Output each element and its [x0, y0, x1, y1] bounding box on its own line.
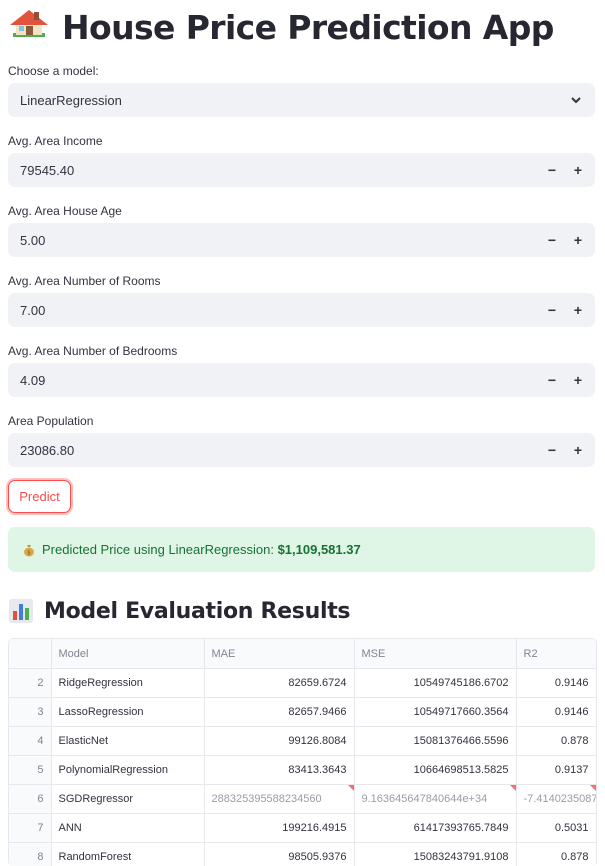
mae-cell[interactable]: 82657.9466: [204, 698, 354, 727]
mse-cell[interactable]: 10549745186.6702: [354, 669, 516, 698]
row-index: 6: [9, 785, 51, 814]
column-header-model[interactable]: Model: [51, 639, 204, 669]
population-label: Area Population: [8, 414, 93, 428]
model-cell[interactable]: ElasticNet: [51, 727, 204, 756]
bedrooms-decrement-button[interactable]: −: [539, 363, 565, 397]
mse-cell[interactable]: 15081376466.5596: [354, 727, 516, 756]
column-header-mse[interactable]: MSE: [354, 639, 516, 669]
evaluation-heading-text: Model Evaluation Results: [44, 599, 350, 624]
r2-cell[interactable]: 0.9137: [516, 756, 596, 785]
model-cell[interactable]: LassoRegression: [51, 698, 204, 727]
house-age-decrement-button[interactable]: −: [539, 223, 565, 257]
rooms-increment-button[interactable]: +: [565, 293, 591, 327]
row-index: 7: [9, 814, 51, 843]
mae-cell[interactable]: 199216.4915: [204, 814, 354, 843]
r2-cell[interactable]: 0.878: [516, 843, 596, 866]
model-cell[interactable]: RandomForest: [51, 843, 204, 866]
r2-cell[interactable]: 0.9146: [516, 698, 596, 727]
mse-cell[interactable]: 10549717660.3564: [354, 698, 516, 727]
table-header-row: Model MAE MSE R2: [9, 639, 596, 669]
rooms-label: Avg. Area Number of Rooms: [8, 274, 161, 288]
population-increment-button[interactable]: +: [565, 433, 591, 467]
table-row[interactable]: 8 RandomForest 98505.9376 15083243791.91…: [9, 843, 596, 866]
evaluation-heading: Model Evaluation Results: [8, 596, 350, 626]
population-field-wrapper: − +: [8, 433, 595, 467]
mse-cell[interactable]: 15083243791.9108: [354, 843, 516, 866]
r2-cell[interactable]: 0.878: [516, 727, 596, 756]
prediction-prefix: Predicted Price using LinearRegression:: [42, 542, 278, 557]
money-bag-icon: $: [22, 543, 36, 557]
bar-chart-icon: [8, 598, 34, 624]
model-select-value: LinearRegression: [20, 93, 122, 108]
prediction-result-alert: $ Predicted Price using LinearRegression…: [8, 527, 595, 572]
table-row[interactable]: 3 LassoRegression 82657.9466 10549717660…: [9, 698, 596, 727]
evaluation-table[interactable]: Model MAE MSE R2 2 RidgeRegression 82659…: [8, 638, 597, 866]
mae-cell[interactable]: 82659.6724: [204, 669, 354, 698]
rooms-decrement-button[interactable]: −: [539, 293, 565, 327]
house-age-increment-button[interactable]: +: [565, 223, 591, 257]
model-cell[interactable]: ANN: [51, 814, 204, 843]
row-index: 2: [9, 669, 51, 698]
income-field-wrapper: − +: [8, 153, 595, 187]
rooms-field-wrapper: − +: [8, 293, 595, 327]
house-age-label: Avg. Area House Age: [8, 204, 122, 218]
predict-button[interactable]: Predict: [8, 480, 71, 513]
model-select[interactable]: LinearRegression: [8, 83, 595, 117]
row-index: 4: [9, 727, 51, 756]
bedrooms-input[interactable]: [8, 362, 539, 398]
chevron-down-icon: [569, 93, 583, 107]
house-icon: [8, 7, 50, 47]
mae-cell[interactable]: 288325395588234560: [204, 785, 354, 814]
bedrooms-increment-button[interactable]: +: [565, 363, 591, 397]
table-row[interactable]: 2 RidgeRegression 82659.6724 10549745186…: [9, 669, 596, 698]
mse-cell[interactable]: 10664698513.5825: [354, 756, 516, 785]
house-age-field-wrapper: − +: [8, 223, 595, 257]
rooms-input[interactable]: [8, 292, 539, 328]
table-row[interactable]: 4 ElasticNet 99126.8084 15081376466.5596…: [9, 727, 596, 756]
mse-cell[interactable]: 61417393765.7849: [354, 814, 516, 843]
model-cell[interactable]: PolynomialRegression: [51, 756, 204, 785]
table-row[interactable]: 7 ANN 199216.4915 61417393765.7849 0.503…: [9, 814, 596, 843]
model-cell[interactable]: SGDRegressor: [51, 785, 204, 814]
mae-cell[interactable]: 99126.8084: [204, 727, 354, 756]
mse-cell[interactable]: 9.163645647840644e+34: [354, 785, 516, 814]
table-row[interactable]: 6 SGDRegressor 288325395588234560 9.1636…: [9, 785, 596, 814]
column-header-r2[interactable]: R2: [516, 639, 596, 669]
page-title-text: House Price Prediction App: [62, 8, 554, 47]
row-index: 5: [9, 756, 51, 785]
population-decrement-button[interactable]: −: [539, 433, 565, 467]
column-header-index[interactable]: [9, 639, 51, 669]
r2-cell[interactable]: 0.9146: [516, 669, 596, 698]
column-header-mae[interactable]: MAE: [204, 639, 354, 669]
row-index: 8: [9, 843, 51, 866]
model-cell[interactable]: RidgeRegression: [51, 669, 204, 698]
page-title: House Price Prediction App: [8, 4, 554, 50]
r2-cell[interactable]: 0.5031: [516, 814, 596, 843]
bedrooms-label: Avg. Area Number of Bedrooms: [8, 344, 177, 358]
income-input[interactable]: [8, 152, 539, 188]
house-age-input[interactable]: [8, 222, 539, 258]
svg-text:$: $: [27, 549, 31, 556]
income-increment-button[interactable]: +: [565, 153, 591, 187]
r2-cell[interactable]: -7.4140235087: [516, 785, 596, 814]
mae-cell[interactable]: 98505.9376: [204, 843, 354, 866]
mae-cell[interactable]: 83413.3643: [204, 756, 354, 785]
predicted-price: $1,109,581.37: [278, 542, 361, 557]
income-decrement-button[interactable]: −: [539, 153, 565, 187]
row-index: 3: [9, 698, 51, 727]
table-row[interactable]: 5 PolynomialRegression 83413.3643 106646…: [9, 756, 596, 785]
bedrooms-field-wrapper: − +: [8, 363, 595, 397]
prediction-result-text: Predicted Price using LinearRegression: …: [42, 542, 361, 557]
income-label: Avg. Area Income: [8, 134, 103, 148]
model-select-label: Choose a model:: [8, 64, 99, 78]
population-input[interactable]: [8, 432, 539, 468]
